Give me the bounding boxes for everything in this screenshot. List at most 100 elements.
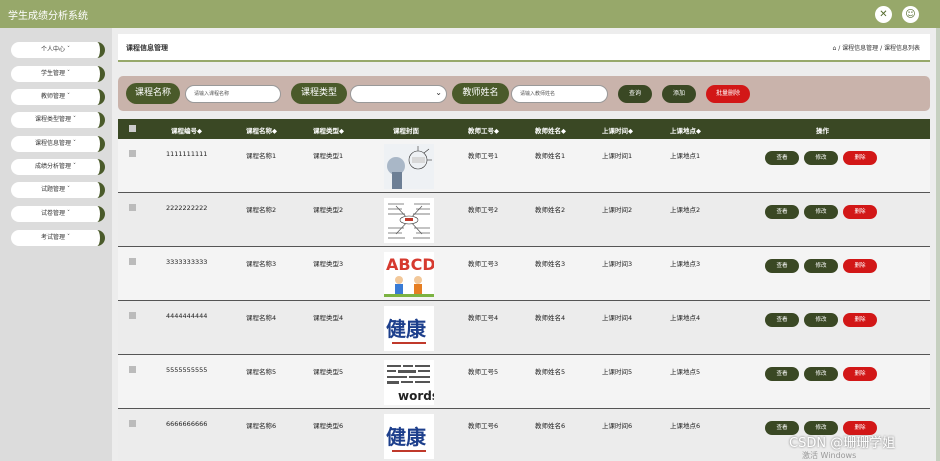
course-cover-image: ABCD — [384, 252, 434, 297]
col-class-place[interactable]: 上课地点◆ — [670, 125, 701, 135]
cell-course-id: 3333333333 — [166, 258, 208, 266]
cover-jian-text: 健康 — [386, 425, 427, 449]
cover-words-text: words — [398, 389, 434, 403]
cell-class-time: 上课时间1 — [602, 152, 633, 160]
filter-bar: 课程名称 请输入课程名称 课程类型 ⌄ 教师姓名 请输入教师姓名 查询 添加 批… — [118, 76, 930, 111]
user-icon[interactable]: ☺ — [902, 6, 919, 23]
delete-button[interactable]: 删除 — [843, 313, 877, 327]
app-title: 学生成绩分析系统 — [8, 11, 88, 22]
delete-button[interactable]: 删除 — [843, 151, 877, 165]
col-course-type[interactable]: 课程类型◆ — [313, 125, 344, 135]
edit-button[interactable]: 修改 — [804, 151, 838, 165]
page-title: 课程信息管理 — [126, 44, 168, 52]
main-content: 课程信息管理 ⌂ / 课程信息管理 / 课程信息列表 课程名称 请输入课程名称 … — [112, 28, 936, 461]
cell-course-type: 课程类型5 — [313, 368, 344, 376]
cell-teacher-id: 教师工号1 — [468, 152, 499, 160]
row-checkbox[interactable] — [129, 204, 136, 211]
cell-course-id: 1111111111 — [166, 150, 208, 158]
row-checkbox[interactable] — [129, 312, 136, 319]
cell-course-name: 课程名称2 — [246, 206, 277, 214]
row-checkbox[interactable] — [129, 366, 136, 373]
table-row: 3333333333 课程名称3 课程类型3 ABCD 教师工号3 教师姓名3 … — [118, 247, 930, 301]
table-row: 5555555555 课程名称5 课程类型5 words 教师工号5 教师姓名5… — [118, 355, 930, 409]
row-checkbox[interactable] — [129, 150, 136, 157]
view-button[interactable]: 查看 — [765, 313, 799, 327]
edit-button[interactable]: 修改 — [804, 205, 838, 219]
cell-class-place: 上课地点1 — [670, 152, 701, 160]
sidebar-item-course-types[interactable]: 课程类型管理 ˇ — [11, 112, 105, 128]
add-button[interactable]: 添加 — [662, 85, 696, 103]
batch-delete-button[interactable]: 批量删除 — [706, 85, 750, 103]
edit-button[interactable]: 修改 — [804, 259, 838, 273]
cell-class-place: 上课地点4 — [670, 314, 701, 322]
course-name-label: 课程名称 — [126, 83, 180, 104]
cell-teacher-name: 教师姓名1 — [535, 152, 566, 160]
view-button[interactable]: 查看 — [765, 205, 799, 219]
col-course-id[interactable]: 课程编号◆ — [171, 125, 202, 135]
col-class-time[interactable]: 上课时间◆ — [602, 125, 633, 135]
teacher-name-label: 教师姓名 — [452, 83, 509, 104]
col-teacher-id[interactable]: 教师工号◆ — [468, 125, 499, 135]
delete-button[interactable]: 删除 — [843, 259, 877, 273]
view-button[interactable]: 查看 — [765, 259, 799, 273]
teacher-name-input[interactable]: 请输入教师姓名 — [511, 85, 608, 103]
cell-class-time: 上课时间6 — [602, 422, 633, 430]
expand-icon[interactable]: ✕ — [875, 6, 892, 23]
select-all-checkbox[interactable] — [129, 125, 136, 132]
row-checkbox[interactable] — [129, 420, 136, 427]
cell-course-type: 课程类型3 — [313, 260, 344, 268]
windows-activation-watermark: 激活 Windows — [802, 451, 857, 460]
sidebar-item-exams[interactable]: 考试管理 ˇ — [11, 230, 105, 246]
cell-teacher-name: 教师姓名5 — [535, 368, 566, 376]
cell-course-id: 6666666666 — [166, 420, 208, 428]
sidebar-item-papers[interactable]: 试卷管理 ˇ — [11, 206, 105, 222]
search-button[interactable]: 查询 — [618, 85, 652, 103]
course-cover-image — [384, 144, 434, 189]
cell-course-name: 课程名称4 — [246, 314, 277, 322]
cell-class-place: 上课地点6 — [670, 422, 701, 430]
cell-teacher-name: 教师姓名6 — [535, 422, 566, 430]
course-name-input[interactable]: 请输入课程名称 — [185, 85, 281, 103]
chevron-down-icon: ⌄ — [435, 88, 442, 97]
cover-abcd-text: ABCD — [386, 255, 434, 274]
sidebar-item-teachers[interactable]: 教师管理 ˇ — [11, 89, 105, 105]
top-bar: 学生成绩分析系统 ✕ ☺ — [0, 0, 940, 28]
cover-jian-text: 健康 — [386, 317, 427, 341]
cell-course-id: 2222222222 — [166, 204, 208, 212]
cell-course-type: 课程类型6 — [313, 422, 344, 430]
delete-button[interactable]: 删除 — [843, 205, 877, 219]
sidebar-item-questions[interactable]: 试题管理 ˇ — [11, 182, 105, 198]
col-course-name[interactable]: 课程名称◆ — [246, 125, 277, 135]
course-type-label: 课程类型 — [291, 83, 347, 104]
sidebar-item-personal-center[interactable]: 个人中心 ˇ — [11, 42, 105, 58]
delete-button[interactable]: 删除 — [843, 367, 877, 381]
course-cover-image — [384, 198, 434, 243]
cell-class-time: 上课时间2 — [602, 206, 633, 214]
cell-teacher-id: 教师工号3 — [468, 260, 499, 268]
course-cover-image: 健康 — [384, 306, 434, 351]
cell-class-place: 上课地点3 — [670, 260, 701, 268]
col-actions: 操作 — [816, 127, 829, 135]
cell-class-time: 上课时间3 — [602, 260, 633, 268]
col-teacher-name[interactable]: 教师姓名◆ — [535, 125, 566, 135]
edit-button[interactable]: 修改 — [804, 313, 838, 327]
cell-teacher-name: 教师姓名4 — [535, 314, 566, 322]
cell-class-place: 上课地点2 — [670, 206, 701, 214]
cell-teacher-name: 教师姓名3 — [535, 260, 566, 268]
course-cover-image: words — [384, 360, 434, 405]
cell-course-name: 课程名称6 — [246, 422, 277, 430]
edit-button[interactable]: 修改 — [804, 367, 838, 381]
row-checkbox[interactable] — [129, 258, 136, 265]
cell-course-name: 课程名称5 — [246, 368, 277, 376]
sidebar: 个人中心 ˇ 学生管理 ˇ 教师管理 ˇ 课程类型管理 ˇ 课程信息管理 ˇ 成… — [0, 28, 112, 461]
view-button[interactable]: 查看 — [765, 151, 799, 165]
table-row: 2222222222 课程名称2 课程类型2 教师工号2 教师姓名2 上课时间2… — [118, 193, 930, 247]
cell-course-id: 4444444444 — [166, 312, 208, 320]
sidebar-item-course-info[interactable]: 课程信息管理 ˇ — [11, 136, 105, 152]
view-button[interactable]: 查看 — [765, 367, 799, 381]
sidebar-item-students[interactable]: 学生管理 ˇ — [11, 66, 105, 82]
cell-class-time: 上课时间4 — [602, 314, 633, 322]
sidebar-item-score-analysis[interactable]: 成绩分析管理 ˇ — [11, 159, 105, 175]
home-icon[interactable]: ⌂ — [833, 45, 837, 52]
course-type-select[interactable]: ⌄ — [350, 85, 447, 103]
